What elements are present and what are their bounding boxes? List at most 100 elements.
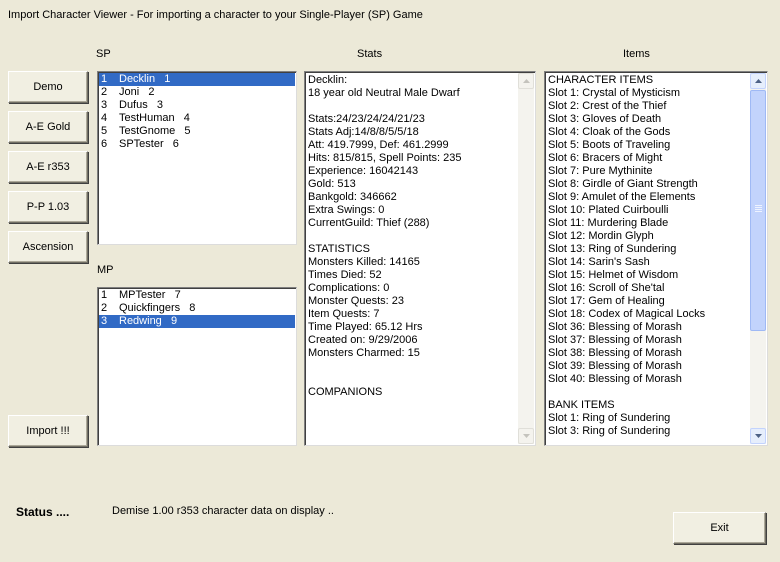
stats-line: Att: 419.7999, Def: 461.2999 <box>308 139 449 151</box>
stats-label: Stats <box>357 48 383 60</box>
items-textbox[interactable]: CHARACTER ITEMS Slot 1: Crystal of Mystic… <box>544 71 768 446</box>
items-line: Slot 11: Murdering Blade <box>548 217 669 229</box>
stats-line: 18 year old Neutral Male Dwarf <box>308 87 460 99</box>
mp-list-item-name: Redwing 9 <box>119 315 178 327</box>
sp-list-item-name: Decklin 1 <box>119 73 171 85</box>
stats-line <box>308 230 461 243</box>
ae-gold-button[interactable]: A-E Gold <box>8 111 88 143</box>
mp-list-item-number: 3 <box>101 315 108 327</box>
stats-line: Decklin: <box>308 74 348 86</box>
sp-list-item[interactable]: 1 Decklin 1 <box>99 73 295 86</box>
items-line <box>548 386 705 399</box>
stats-line: STATISTICS <box>308 243 370 255</box>
items-line: Slot 1: Ring of Sundering <box>548 412 671 424</box>
mp-list-item-name: Quickfingers 8 <box>119 302 196 314</box>
status-text: Demise 1.00 r353 character data on displ… <box>112 505 334 517</box>
pp-103-button[interactable]: P-P 1.03 <box>8 191 88 223</box>
window-title: Import Character Viewer - For importing … <box>8 9 423 21</box>
sp-list-item[interactable]: 5 TestGnome 5 <box>99 125 295 138</box>
stats-line: Extra Swings: 0 <box>308 204 385 216</box>
sp-list-item[interactable]: 2 Joni 2 <box>99 86 295 99</box>
sp-list-item-name: TestHuman 4 <box>119 112 190 124</box>
mp-label: MP <box>97 264 114 276</box>
sp-list-item-number: 6 <box>101 138 108 150</box>
items-line: Slot 40: Blessing of Morash <box>548 373 682 385</box>
items-line: Slot 39: Blessing of Morash <box>548 360 682 372</box>
stats-line: Stats Adj:14/8/8/5/5/18 <box>308 126 419 138</box>
stats-line: Monsters Charmed: 15 <box>308 347 420 359</box>
items-line: Slot 37: Blessing of Morash <box>548 334 682 346</box>
stats-line: Created on: 9/29/2006 <box>308 334 418 346</box>
items-line: Slot 1: Crystal of Mysticism <box>548 87 681 99</box>
items-line: Slot 4: Cloak of the Gods <box>548 126 671 138</box>
ascension-button[interactable]: Ascension <box>8 231 88 263</box>
items-line: BANK ITEMS <box>548 399 615 411</box>
sp-label: SP <box>96 48 111 60</box>
items-scrollbar[interactable] <box>750 73 766 444</box>
sp-list-item-name: TestGnome 5 <box>119 125 191 137</box>
items-line: Slot 5: Boots of Traveling <box>548 139 671 151</box>
ae-r353-button[interactable]: A-E r353 <box>8 151 88 183</box>
stats-line: Stats:24/23/24/24/21/23 <box>308 113 425 125</box>
sp-list-item[interactable]: 3 Dufus 3 <box>99 99 295 112</box>
stats-line: Item Quests: 7 <box>308 308 380 320</box>
items-line: Slot 16: Scroll of She'tal <box>548 282 665 294</box>
exit-button[interactable]: Exit <box>673 512 766 544</box>
scroll-up-arrow-icon[interactable] <box>518 73 534 89</box>
mp-list-item[interactable]: 3 Redwing 9 <box>99 315 295 328</box>
items-line: Slot 9: Amulet of the Elements <box>548 191 696 203</box>
stats-line: Time Played: 65.12 Hrs <box>308 321 423 333</box>
items-line: Slot 36: Blessing of Morash <box>548 321 682 333</box>
items-scrollbar-thumb[interactable] <box>750 90 766 331</box>
items-label: Items <box>623 48 650 60</box>
stats-line <box>308 360 461 373</box>
sp-list-item-name: SPTester 6 <box>119 138 179 150</box>
items-line: Slot 13: Ring of Sundering <box>548 243 677 255</box>
items-line: Slot 15: Helmet of Wisdom <box>548 269 679 281</box>
sp-list-item-name: Joni 2 <box>119 86 155 98</box>
sp-list-item-number: 5 <box>101 125 108 137</box>
sp-list-item-name: Dufus 3 <box>119 99 164 111</box>
mp-list-item[interactable]: 1 MPTester 7 <box>99 289 295 302</box>
mp-list-item[interactable]: 2 Quickfingers 8 <box>99 302 295 315</box>
items-line: Slot 8: Girdle of Giant Strength <box>548 178 698 190</box>
sp-list-item[interactable]: 6 SPTester 6 <box>99 138 295 151</box>
scroll-up-arrow-icon[interactable] <box>750 73 766 89</box>
scroll-down-arrow-icon[interactable] <box>750 428 766 444</box>
items-line: Slot 6: Bracers of Might <box>548 152 663 164</box>
sp-list-item[interactable]: 4 TestHuman 4 <box>99 112 295 125</box>
stats-line: Bankgold: 346662 <box>308 191 397 203</box>
stats-line: Complications: 0 <box>308 282 390 294</box>
items-line: Slot 7: Pure Mythinite <box>548 165 653 177</box>
mp-character-list[interactable]: 1 MPTester 7 2 Quickfingers 8 3 Redwing 9 <box>97 287 297 446</box>
scroll-down-arrow-icon[interactable] <box>518 428 534 444</box>
stats-line <box>308 373 461 386</box>
items-line: CHARACTER ITEMS <box>548 74 654 86</box>
status-label: Status .... <box>16 505 70 519</box>
items-line: Slot 10: Plated Cuirboulli <box>548 204 669 216</box>
items-line: Slot 18: Codex of Magical Locks <box>548 308 706 320</box>
sp-list-item-number: 2 <box>101 86 108 98</box>
items-line: Slot 17: Gem of Healing <box>548 295 665 307</box>
mp-list-item-number: 2 <box>101 302 108 314</box>
items-line: Slot 12: Mordin Glyph <box>548 230 654 242</box>
mp-list-item-number: 1 <box>101 289 108 301</box>
items-line: Slot 3: Gloves of Death <box>548 113 662 125</box>
stats-scrollbar[interactable] <box>518 73 534 444</box>
stats-textbox[interactable]: Decklin: 18 year old Neutral Male Dwarf St… <box>304 71 536 446</box>
items-line: Slot 2: Crest of the Thief <box>548 100 667 112</box>
stats-line: COMPANIONS <box>308 386 383 398</box>
stats-line: Monsters Killed: 14165 <box>308 256 420 268</box>
import-button[interactable]: Import !!! <box>8 415 88 447</box>
stats-line: Gold: 513 <box>308 178 356 190</box>
stats-line: Hits: 815/815, Spell Points: 235 <box>308 152 462 164</box>
mp-list-item-name: MPTester 7 <box>119 289 181 301</box>
items-line: Slot 38: Blessing of Morash <box>548 347 682 359</box>
sp-character-list[interactable]: 1 Decklin 1 2 Joni 2 3 Dufus 3 4 TestHuman 4 5 Te… <box>97 71 297 245</box>
sp-list-item-number: 3 <box>101 99 108 111</box>
sp-list-item-number: 1 <box>101 73 108 85</box>
stats-line: Times Died: 52 <box>308 269 382 281</box>
items-line: Slot 3: Ring of Sundering <box>548 425 671 437</box>
items-line: Slot 14: Sarin's Sash <box>548 256 650 268</box>
demo-button[interactable]: Demo <box>8 71 88 103</box>
